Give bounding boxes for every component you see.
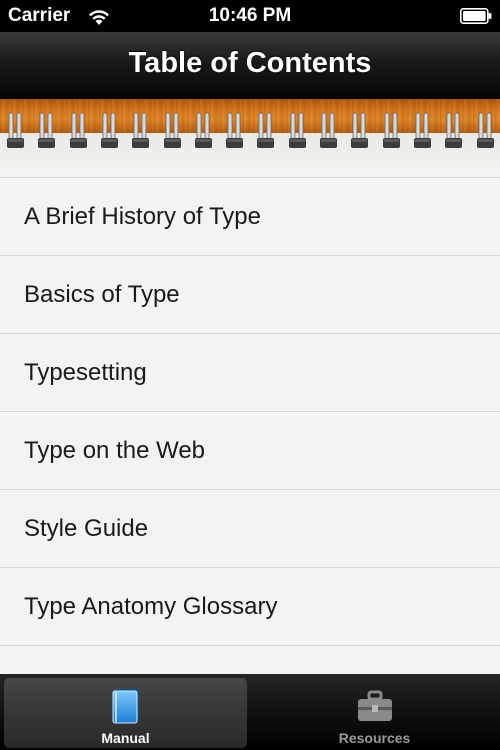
- binder-ring-icon: [38, 112, 56, 148]
- binder-ring-icon: [7, 112, 24, 148]
- binder-ring-icon: [226, 112, 244, 148]
- toc-item-type-on-the-web[interactable]: Type on the Web: [0, 412, 500, 490]
- binder-ring-icon: [476, 112, 494, 148]
- toc-item-style-guide[interactable]: Style Guide: [0, 490, 500, 568]
- toc-item-label: Typesetting: [24, 358, 147, 386]
- toc-item-brief-history[interactable]: A Brief History of Type: [0, 178, 500, 256]
- tab-bar: Manual Resources: [0, 674, 500, 750]
- binder-ring-icon: [382, 112, 400, 148]
- toc-item-label: A Brief History of Type: [24, 202, 261, 230]
- binder-ring-icon: [288, 112, 306, 148]
- binder-ring-icon: [320, 112, 337, 148]
- binder-ring-icon: [69, 112, 87, 148]
- tab-resources[interactable]: Resources: [253, 678, 496, 748]
- toc-list: A Brief History of Type Basics of Type T…: [0, 178, 500, 646]
- screen: Carrier 10:46 PM Table of Contents A Bri…: [0, 0, 500, 750]
- binder-ring-icon: [257, 112, 275, 148]
- binder-ring-icon: [413, 112, 431, 148]
- binder-ring-icon: [351, 112, 369, 148]
- toolbox-icon: [357, 690, 392, 721]
- status-time: 10:46 PM: [208, 5, 292, 26]
- binder-ring-icon: [194, 112, 212, 148]
- toc-item-basics-of-type[interactable]: Basics of Type: [0, 256, 500, 334]
- toc-item-label: Basics of Type: [24, 280, 180, 308]
- binder-rings: [0, 111, 500, 155]
- toc-item-label: Type on the Web: [24, 436, 206, 464]
- toc-item-type-anatomy-glossary[interactable]: Type Anatomy Glossary: [0, 568, 500, 646]
- toc-item-typesetting[interactable]: Typesetting: [0, 334, 500, 412]
- book-icon: [112, 689, 139, 724]
- battery-icon: [460, 8, 492, 24]
- tab-label: Manual: [101, 730, 150, 746]
- page-title: Table of Contents: [128, 47, 372, 79]
- status-bar: Carrier 10:46 PM: [0, 0, 500, 32]
- tab-manual[interactable]: Manual: [4, 678, 247, 748]
- binder-ring-icon: [100, 112, 118, 148]
- binder-ring-icon: [132, 112, 150, 148]
- navigation-bar: Table of Contents: [0, 32, 500, 99]
- toc-item-label: Style Guide: [24, 514, 149, 542]
- toc-item-label: Type Anatomy Glossary: [24, 592, 278, 620]
- binder-ring-icon: [445, 112, 463, 148]
- tab-label: Resources: [338, 730, 411, 746]
- binder-ring-icon: [163, 112, 181, 148]
